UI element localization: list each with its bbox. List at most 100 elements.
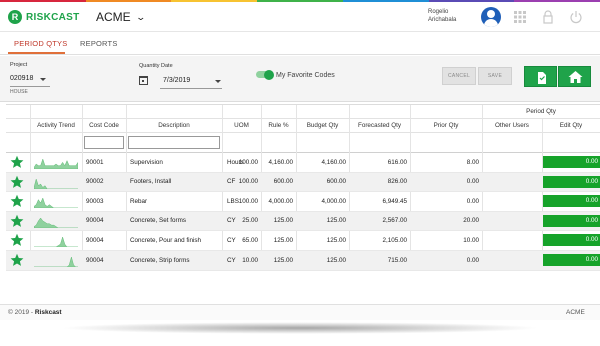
column-header-uom[interactable]: UOM: [222, 122, 261, 129]
quantity-date-input[interactable]: 7/3/2019: [163, 77, 190, 84]
description-cell: Concrete, Pour and finish: [130, 236, 202, 244]
forecasted-qty-cell: 4,000.00: [321, 197, 346, 205]
table-row[interactable]: 90004 Concrete, Set forms CY 25.00 125.00 125…: [6, 211, 600, 232]
other-users-cell: 8.00: [466, 158, 479, 166]
other-users-cell: 10.00: [463, 236, 479, 244]
footer-org: ACME: [566, 309, 585, 316]
project-label: Project: [10, 62, 28, 68]
cost-code-filter-input[interactable]: [84, 136, 124, 149]
project-select[interactable]: 020918: [10, 75, 33, 82]
project-underline: [10, 86, 50, 87]
activity-trend-sparkline: [34, 256, 78, 267]
budget-qty-cell: 4,000.00: [268, 197, 293, 205]
forecasted-qty-cell: 125.00: [326, 217, 346, 225]
other-users-cell: 0.00: [466, 197, 479, 205]
column-header-other-users[interactable]: Other Users: [482, 122, 542, 129]
forecasted-qty-cell: 125.00: [326, 236, 346, 244]
caret-down-icon[interactable]: [215, 80, 221, 83]
table-row[interactable]: 90004 Concrete, Strip forms CY 10.00 125.00 1…: [6, 251, 600, 271]
column-header-forecasted-qty[interactable]: Forecasted Qty: [349, 122, 410, 129]
description-cell: Supervision: [130, 158, 163, 166]
edit-qty-input[interactable]: 0.00: [543, 195, 600, 208]
other-users-cell: 20.00: [463, 217, 479, 225]
tab-reports[interactable]: REPORTS: [80, 39, 118, 48]
prior-qty-cell: 6,949.45: [382, 197, 407, 205]
tab-bar: PERIOD QTYS REPORTS: [0, 33, 600, 55]
description-cell: Rebar: [130, 197, 148, 205]
forecasted-qty-cell: 4,160.00: [321, 158, 346, 166]
column-header-description[interactable]: Description: [126, 122, 222, 129]
report-button[interactable]: [524, 66, 557, 87]
column-header-prior-qty[interactable]: Prior Qty: [410, 122, 482, 129]
cost-code-cell: 90003: [86, 197, 104, 205]
favorites-toggle[interactable]: [256, 69, 274, 80]
table-row[interactable]: 90004 Concrete, Pour and finish CY 65.00 125…: [6, 231, 600, 251]
logo-mark-icon: R: [8, 10, 22, 24]
description-cell: Concrete, Set forms: [130, 217, 186, 225]
favorite-star-icon[interactable]: [10, 214, 24, 228]
top-bar: R RISKCAST ACME ⌄ Rogelio Arichabala: [0, 2, 600, 32]
lock-icon[interactable]: [541, 10, 555, 24]
save-button[interactable]: SAVE: [478, 67, 512, 85]
grid-icon[interactable]: [513, 10, 527, 24]
budget-qty-cell: 125.00: [273, 217, 293, 225]
prior-qty-cell: 715.00: [387, 256, 407, 264]
cost-code-cell: 90004: [86, 236, 104, 244]
other-users-cell: 0.00: [466, 178, 479, 186]
activity-trend-sparkline: [34, 236, 78, 248]
column-header-cost-code[interactable]: Cost Code: [82, 122, 126, 129]
logo-text: RISKCAST: [26, 11, 80, 23]
activity-trend-sparkline: [34, 217, 78, 228]
user-name: Rogelio Arichabala: [428, 8, 456, 24]
budget-qty-cell: 125.00: [273, 256, 293, 264]
cost-code-cell: 90002: [86, 178, 104, 186]
table-row[interactable]: 90001 Supervision Hours 100.00 4,160.00 4,160…: [6, 153, 600, 173]
other-users-cell: 0.00: [466, 256, 479, 264]
column-header-budget-qty[interactable]: Budget Qty: [296, 122, 349, 129]
calendar-icon[interactable]: [139, 76, 148, 85]
edit-qty-input[interactable]: 0.00: [543, 156, 600, 168]
document-icon: [538, 72, 546, 84]
favorite-star-icon[interactable]: [10, 155, 24, 169]
logo[interactable]: R RISKCAST: [8, 10, 80, 24]
edit-qty-input[interactable]: 0.00: [543, 175, 600, 188]
column-header-activity-trend[interactable]: Activity Trend: [30, 122, 82, 129]
favorite-star-icon[interactable]: [10, 194, 24, 208]
column-header-rule-pct[interactable]: Rule %: [261, 122, 296, 129]
power-icon[interactable]: [569, 10, 583, 24]
activity-trend-sparkline: [34, 177, 78, 189]
chevron-down-icon: ⌄: [135, 11, 146, 22]
tab-period-qtys[interactable]: PERIOD QTYS: [14, 39, 67, 48]
edit-qty-input[interactable]: 0.00: [543, 214, 600, 227]
prior-qty-cell: 2,567.00: [382, 217, 407, 225]
cost-code-cell: 90004: [86, 217, 104, 225]
favorite-star-icon[interactable]: [10, 175, 24, 189]
description-filter-input[interactable]: [128, 136, 220, 149]
quantity-date-label: Quantity Date: [139, 63, 173, 69]
favorite-star-icon[interactable]: [10, 253, 24, 267]
prior-qty-cell: 616.00: [387, 158, 407, 166]
group-header-period-qty: Period Qty: [526, 108, 556, 115]
company-selector[interactable]: ACME ⌄: [96, 10, 146, 24]
column-header-edit-qty[interactable]: Edit Qty: [542, 122, 600, 129]
prior-qty-cell: 2,105.00: [382, 236, 407, 244]
description-cell: Footers, Install: [130, 178, 172, 186]
cost-code-cell: 90004: [86, 256, 104, 264]
table-row[interactable]: 90003 Rebar LBS 100.00 4,000.00 4,000.00 6,949…: [6, 192, 600, 212]
favorites-label: My Favorite Codes: [276, 72, 335, 79]
edit-qty-input[interactable]: 0.00: [543, 234, 600, 247]
active-tab-indicator: [8, 52, 65, 54]
cost-code-cell: 90001: [86, 158, 104, 166]
project-subtitle: HOUSE: [10, 89, 28, 95]
budget-qty-cell: 4,160.00: [268, 158, 293, 166]
budget-qty-cell: 600.00: [273, 178, 293, 186]
table-row[interactable]: 90002 Footers, Install CF 100.00 600.00 600.0…: [6, 172, 600, 193]
cancel-button[interactable]: CANCEL: [442, 67, 476, 85]
avatar[interactable]: [481, 7, 501, 27]
caret-down-icon[interactable]: [40, 78, 46, 81]
edit-qty-input[interactable]: 0.00: [543, 254, 600, 266]
activity-trend-sparkline: [34, 158, 78, 169]
home-button[interactable]: [558, 66, 591, 87]
period-qty-grid: Period Qty Activity Trend Cost Code Descri…: [6, 104, 600, 300]
favorite-star-icon[interactable]: [10, 233, 24, 247]
